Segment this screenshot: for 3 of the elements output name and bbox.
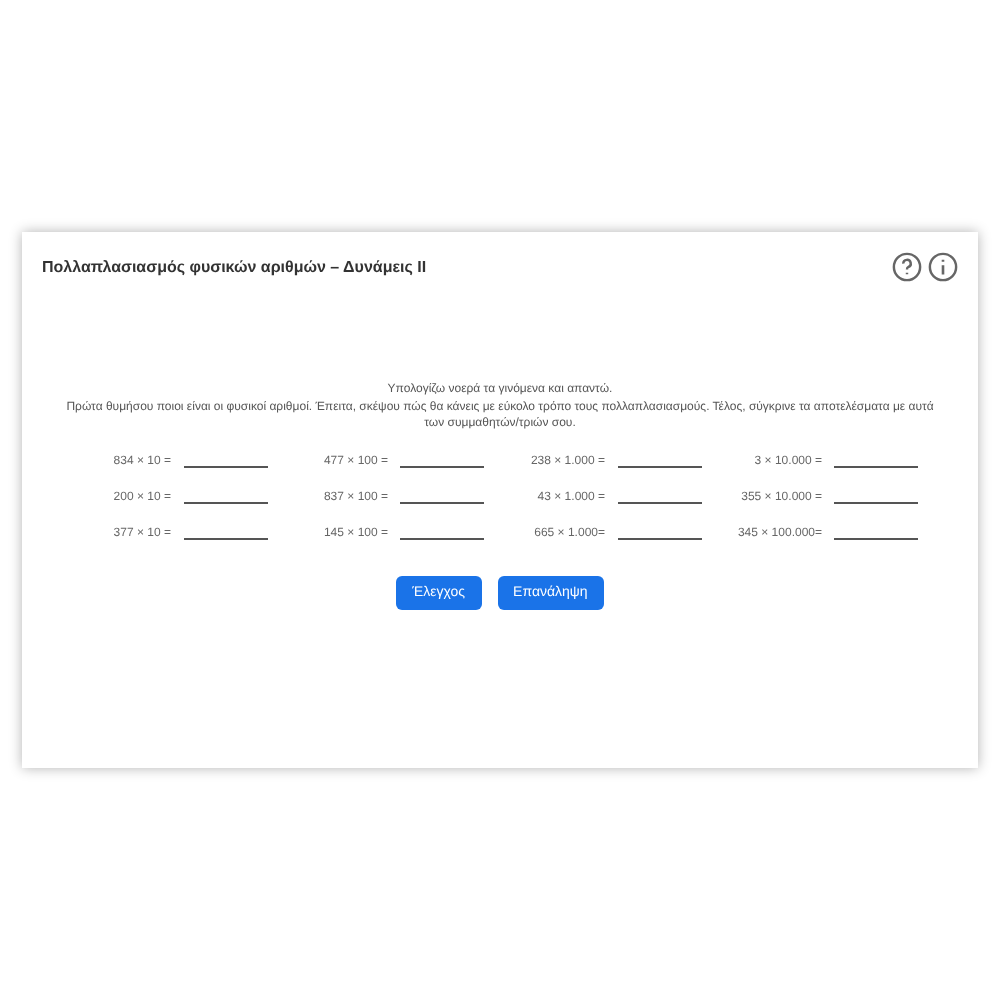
help-icon[interactable] (892, 252, 922, 282)
info-icon[interactable] (928, 252, 958, 282)
exercise-title: Πολλαπλασιασμός φυσικών αριθμών – Δυνάμεις ΙΙ (42, 258, 427, 276)
